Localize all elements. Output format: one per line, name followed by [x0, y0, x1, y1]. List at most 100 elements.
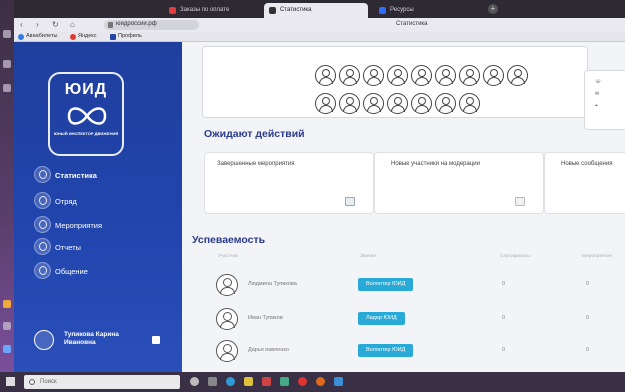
new-members-card[interactable]: Новые участники на модерации [374, 152, 544, 214]
browser-icon[interactable] [226, 377, 235, 386]
app-icon[interactable] [298, 377, 307, 386]
member-avatar-icon[interactable] [315, 65, 336, 86]
browser-tab[interactable]: Ресурсы [374, 3, 478, 18]
app-icon[interactable] [244, 377, 253, 386]
rank-badge[interactable]: Лидер ЮИД [358, 312, 405, 325]
member-avatar-icon[interactable] [339, 93, 360, 114]
avatar [34, 330, 54, 350]
app-icon[interactable] [262, 377, 271, 386]
calendar-icon [345, 197, 355, 206]
app-icon[interactable] [3, 322, 11, 330]
app-icon[interactable] [316, 377, 325, 386]
events-value: 0 [586, 315, 590, 321]
app-icon[interactable] [3, 30, 11, 38]
member-avatar-icon[interactable] [435, 65, 456, 86]
member-avatar-icon[interactable] [435, 93, 456, 114]
sidebar-item-label: Отчеты [55, 243, 81, 252]
home-icon[interactable]: ⌂ [70, 20, 75, 29]
bookmark-icon [18, 34, 24, 40]
sidebar-item-label: Статистика [55, 171, 97, 180]
certificates-value: 0 [502, 281, 506, 287]
member-avatar-icon[interactable] [315, 93, 336, 114]
browser-tab-bar: Заказы по оплате Статистика Ресурсы + [14, 0, 625, 18]
app-icon[interactable] [334, 377, 343, 386]
page-title: Статистика [396, 21, 428, 27]
member-avatar-icon[interactable] [459, 65, 480, 86]
events-icon [34, 216, 51, 233]
member-avatar-icon[interactable] [507, 65, 528, 86]
member-avatar-icon[interactable] [339, 65, 360, 86]
avatar [216, 274, 238, 296]
location-icon: ⌖ [595, 103, 598, 109]
taskview-icon[interactable] [190, 377, 199, 386]
table-row[interactable]: Людмила Тупикова Волонтер ЮИД 0 0 [208, 270, 625, 300]
logo-infinity-icon [67, 107, 107, 125]
completed-events-card[interactable]: Завершенные мероприятия [204, 152, 374, 214]
progress-title: Успеваемость [192, 234, 266, 246]
forward-icon[interactable]: › [36, 20, 39, 29]
tab-favicon-icon [269, 7, 276, 14]
taskbar-search-input[interactable]: Поиск [24, 375, 180, 389]
app-icon[interactable] [3, 60, 11, 68]
avatar [216, 308, 238, 330]
bookmark-item[interactable]: Профиль [110, 33, 142, 40]
user-profile[interactable]: Тупикова Карина Ивановна [30, 324, 170, 354]
table-row[interactable]: Дарья павленко Волонтер ЮИД 0 0 [208, 336, 625, 366]
users-icon [515, 197, 525, 206]
tab-favicon-icon [379, 7, 386, 14]
rank-badge[interactable]: Волонтер ЮИД [358, 278, 414, 291]
certificates-value: 0 [502, 315, 506, 321]
url-field[interactable]: юидроссии.рф [104, 20, 199, 30]
new-tab-button[interactable]: + [488, 4, 498, 14]
app-icon[interactable] [280, 377, 289, 386]
member-avatar-icon[interactable] [411, 93, 432, 114]
members-card [202, 46, 588, 118]
bookmark-item[interactable]: Яндекс [70, 33, 97, 40]
new-messages-card[interactable]: Новые сообщения [544, 152, 625, 214]
browser-tab-active[interactable]: Статистика [264, 3, 368, 18]
sidebar: ЮИД ЮНЫЙ ИНСПЕКТОР ДВИЖЕНИЯ Статистика О… [14, 42, 182, 372]
app-icon[interactable] [3, 300, 11, 308]
events-value: 0 [586, 347, 590, 353]
awaiting-actions-title: Ожидают действий [204, 128, 305, 140]
chat-icon [34, 262, 51, 279]
mail-icon: ✉ [595, 91, 600, 97]
lock-icon [108, 22, 113, 28]
column-header: Участник [218, 254, 239, 259]
windows-start-icon[interactable] [6, 377, 15, 386]
member-avatar-icon[interactable] [387, 93, 408, 114]
column-header: Сертификаты [500, 254, 531, 259]
table-row[interactable]: Иван Тупиков Лидер ЮИД 0 0 [208, 304, 625, 334]
app-icon[interactable] [3, 84, 11, 92]
member-name: Людмила Тупикова [248, 281, 297, 287]
app-icon[interactable] [208, 377, 217, 386]
member-avatar-icon[interactable] [483, 65, 504, 86]
squad-icon [34, 192, 51, 209]
logo-title: ЮИД [64, 81, 108, 98]
rank-badge[interactable]: Волонтер ЮИД [358, 344, 414, 357]
card-title: Завершенные мероприятия [217, 161, 295, 167]
member-avatar-icon[interactable] [363, 93, 384, 114]
member-name: Иван Тупиков [248, 315, 283, 321]
logo-subtitle: ЮНЫЙ ИНСПЕКТОР ДВИЖЕНИЯ [53, 131, 119, 136]
column-header: Звание [360, 254, 377, 259]
member-avatar-icon[interactable] [459, 93, 480, 114]
member-avatar-icon[interactable] [387, 65, 408, 86]
app-icon[interactable] [3, 345, 11, 353]
card-title: Новые сообщения [561, 161, 613, 167]
bookmark-icon [110, 34, 116, 40]
contact-card: ☏ ✉ ⌖ [584, 70, 625, 130]
bookmark-item[interactable]: Авиабилеты [18, 33, 58, 40]
statistics-icon [34, 166, 51, 183]
bookmark-icon [70, 34, 76, 40]
user-name: Тупикова Карина Ивановна [64, 331, 119, 346]
back-icon[interactable]: ‹ [20, 20, 23, 29]
browser-tab[interactable]: Заказы по оплате [164, 3, 260, 18]
logout-icon[interactable] [152, 336, 160, 344]
tab-favicon-icon [169, 7, 176, 14]
logo[interactable]: ЮИД ЮНЫЙ ИНСПЕКТОР ДВИЖЕНИЯ [48, 72, 124, 156]
member-avatar-icon[interactable] [411, 65, 432, 86]
member-avatar-icon[interactable] [363, 65, 384, 86]
search-icon [29, 379, 35, 385]
reload-icon[interactable]: ↻ [52, 20, 59, 29]
